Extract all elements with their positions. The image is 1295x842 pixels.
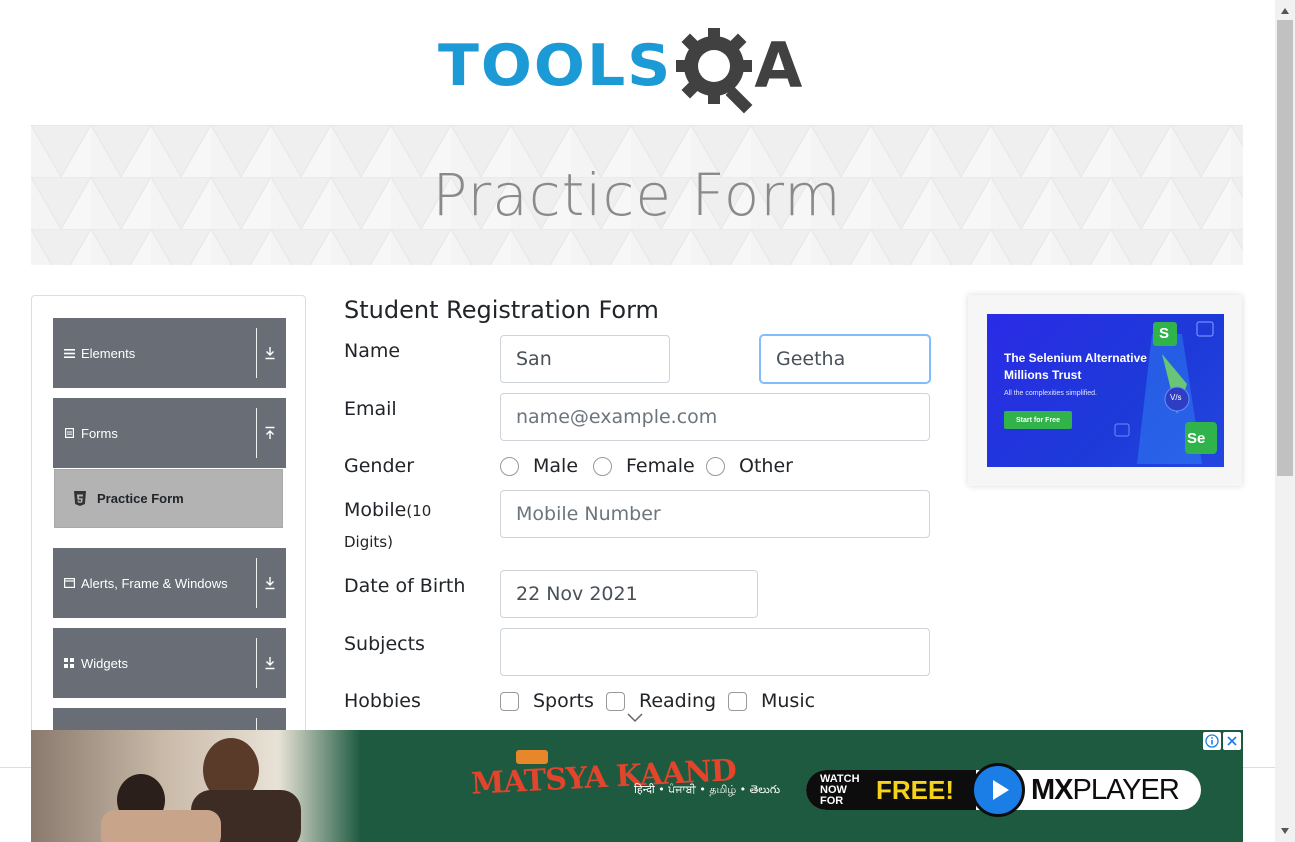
radio-button[interactable] bbox=[706, 456, 725, 476]
page: TOOLS A Practice Form Elements Forms Pra… bbox=[0, 0, 1295, 842]
hobby-music-checkbox[interactable]: Music bbox=[728, 690, 815, 712]
subjects-input[interactable] bbox=[500, 628, 930, 676]
form-title: Student Registration Form bbox=[344, 296, 659, 324]
sidebar: Elements Forms Practice Form Alerts, Fra… bbox=[31, 295, 306, 778]
window-icon bbox=[63, 578, 75, 588]
logo-a-text: A bbox=[754, 29, 803, 102]
checkbox[interactable] bbox=[606, 691, 625, 711]
ad-brand-player: PLAYER bbox=[1072, 774, 1180, 806]
logo-tools-text: TOOLS bbox=[438, 32, 673, 100]
ad-free-text: FREE! bbox=[876, 774, 954, 805]
ad-brand-mx: MX bbox=[1031, 774, 1073, 806]
gender-male-radio[interactable]: Male bbox=[500, 455, 578, 477]
ad-headline: The Selenium Alternative Millions Trust bbox=[1004, 351, 1147, 382]
mobile-hint: (10 bbox=[406, 502, 432, 520]
sidebar-group-elements[interactable]: Elements bbox=[53, 318, 286, 388]
divider bbox=[256, 558, 257, 608]
selenium-alternative-ad[interactable]: S Se V/s The Selenium Alternative Millio… bbox=[987, 314, 1224, 467]
ad-badge-s: S bbox=[1159, 325, 1170, 342]
sidebar-group-label: Forms bbox=[81, 425, 118, 441]
gender-female-radio[interactable]: Female bbox=[593, 455, 695, 477]
ad-subtext: All the complexities simplified. bbox=[1004, 390, 1097, 397]
upload-arrow-icon bbox=[265, 426, 275, 439]
gender-label: Gender bbox=[344, 455, 415, 477]
form-icon bbox=[63, 428, 75, 438]
mobile-input[interactable] bbox=[500, 490, 930, 538]
scroll-down-arrow-icon[interactable] bbox=[1279, 826, 1291, 836]
sidebar-group-label: Widgets bbox=[81, 655, 128, 671]
checkbox-label: Music bbox=[761, 690, 816, 712]
subjects-label: Subjects bbox=[344, 633, 425, 655]
checkbox[interactable] bbox=[728, 691, 747, 711]
ad-watch-text: WATCH NOW FOR bbox=[820, 772, 860, 807]
hamburger-icon bbox=[63, 348, 75, 358]
info-icon[interactable] bbox=[1203, 732, 1221, 750]
download-arrow-icon bbox=[265, 657, 275, 670]
close-icon[interactable] bbox=[1223, 732, 1241, 750]
html5-icon bbox=[74, 490, 86, 506]
widgets-grid-icon bbox=[63, 658, 75, 668]
bottom-banner-ad[interactable]: MATSYA KAAND हिन्दी • ਪੰਜਾਬੀ • தமிழ் • త… bbox=[31, 730, 1243, 842]
ad-badge-vs: V/s bbox=[1170, 393, 1182, 402]
name-label: Name bbox=[344, 340, 401, 362]
radio-button[interactable] bbox=[593, 456, 612, 476]
sidebar-group-label: Elements bbox=[81, 345, 136, 361]
scroll-up-arrow-icon[interactable] bbox=[1279, 6, 1291, 16]
sidebar-group-label: Alerts, Frame & Windows bbox=[81, 575, 228, 591]
divider bbox=[256, 638, 257, 688]
chevron-down-icon[interactable] bbox=[626, 712, 644, 724]
last-name-input[interactable] bbox=[760, 335, 930, 383]
email-label: Email bbox=[344, 398, 397, 420]
gear-q-icon bbox=[674, 24, 758, 114]
sidebar-item-label: Practice Form bbox=[97, 491, 184, 506]
checkbox[interactable] bbox=[500, 691, 519, 711]
gender-other-radio[interactable]: Other bbox=[706, 455, 793, 477]
first-name-input[interactable] bbox=[500, 335, 670, 383]
mobile-hint-2: Digits) bbox=[344, 533, 393, 551]
download-arrow-icon bbox=[265, 577, 275, 590]
ad-channel-tag bbox=[516, 750, 548, 764]
radio-label: Other bbox=[739, 455, 793, 477]
hobbies-label: Hobbies bbox=[344, 690, 421, 712]
sidebar-group-forms[interactable]: Forms bbox=[53, 398, 286, 468]
checkbox-label: Sports bbox=[533, 690, 594, 712]
dob-label: Date of Birth bbox=[344, 575, 466, 597]
divider bbox=[256, 408, 257, 458]
divider bbox=[256, 328, 257, 378]
date-of-birth-input[interactable] bbox=[500, 570, 758, 618]
ad-languages: हिन्दी • ਪੰਜਾਬੀ • தமிழ் • తెలుగు bbox=[634, 783, 781, 796]
ad-brand: MXPLAYER bbox=[1031, 774, 1180, 807]
play-icon[interactable] bbox=[971, 763, 1025, 817]
radio-button[interactable] bbox=[500, 456, 519, 476]
ad-badge-se: Se bbox=[1187, 430, 1206, 447]
mobile-label-text: Mobile bbox=[344, 499, 407, 521]
mobile-label: Mobile(10 Digits) bbox=[344, 495, 431, 557]
ad-start-button[interactable]: Start for Free bbox=[1004, 411, 1072, 429]
sidebar-group-widgets[interactable]: Widgets bbox=[53, 628, 286, 698]
toolsqa-logo[interactable]: TOOLS A bbox=[438, 20, 840, 114]
radio-label: Female bbox=[626, 455, 695, 477]
email-input[interactable] bbox=[500, 393, 930, 441]
checkbox-label: Reading bbox=[639, 690, 717, 712]
scrollbar-thumb[interactable] bbox=[1277, 20, 1293, 476]
page-title: Practice Form bbox=[432, 161, 842, 229]
hobby-reading-checkbox[interactable]: Reading bbox=[606, 690, 716, 712]
right-ad-container: S Se V/s The Selenium Alternative Millio… bbox=[968, 295, 1242, 486]
sidebar-group-alerts[interactable]: Alerts, Frame & Windows bbox=[53, 548, 286, 618]
download-arrow-icon bbox=[265, 347, 275, 360]
radio-label: Male bbox=[533, 455, 579, 477]
page-banner: Practice Form bbox=[31, 125, 1243, 265]
ad-watch-now: WATCH NOW FOR FREE! bbox=[806, 770, 976, 810]
sidebar-item-practice-form[interactable]: Practice Form bbox=[54, 469, 283, 528]
ad-movie-photo bbox=[31, 730, 361, 842]
hobby-sports-checkbox[interactable]: Sports bbox=[500, 690, 594, 712]
